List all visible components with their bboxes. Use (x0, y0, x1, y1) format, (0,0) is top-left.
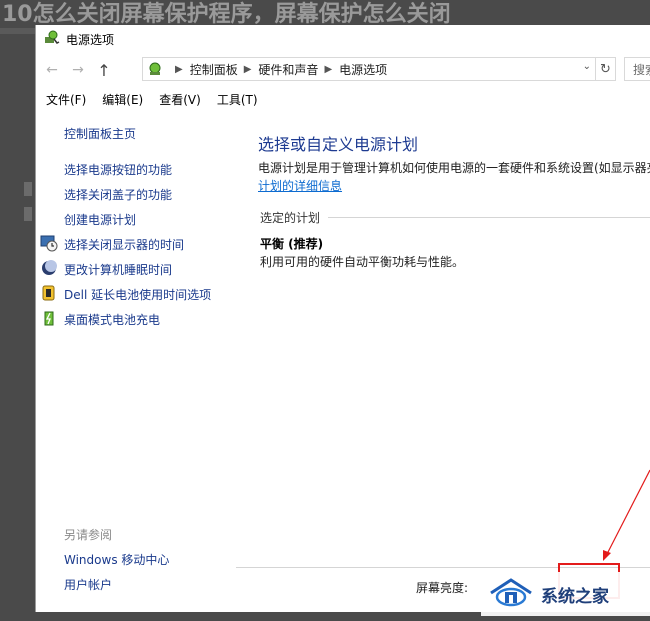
annotation-arrow (603, 469, 650, 561)
watermark: 系统之家 (481, 572, 650, 616)
house-logo-icon (487, 577, 535, 612)
watermark-text: 系统之家 (541, 586, 609, 607)
